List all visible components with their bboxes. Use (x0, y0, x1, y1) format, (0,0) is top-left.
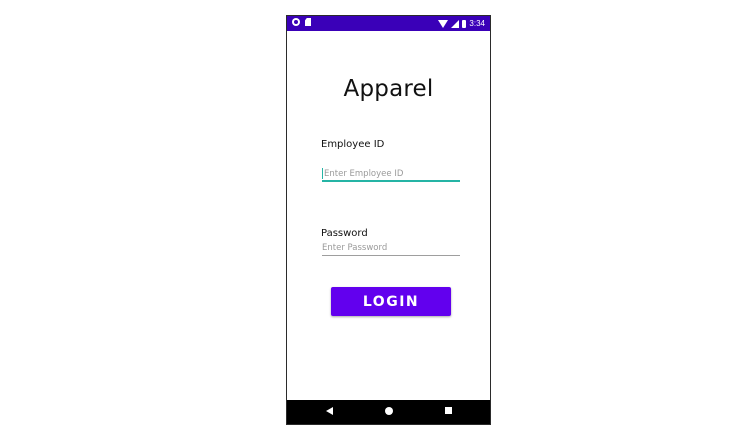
status-right-icons: 3:34 (438, 18, 485, 29)
password-underline (322, 255, 460, 256)
sd-card-icon (305, 18, 311, 26)
employee-id-underline (322, 180, 460, 182)
password-input[interactable] (322, 241, 460, 255)
settings-icon (292, 18, 300, 26)
recents-icon[interactable] (443, 406, 455, 418)
home-icon[interactable] (383, 406, 395, 418)
back-icon[interactable] (324, 406, 336, 418)
status-left-icons (292, 18, 311, 26)
wifi-icon (438, 19, 449, 28)
status-time: 3:34 (469, 19, 485, 28)
app-title: Apparel (343, 76, 434, 102)
phone-screen: 3:34 Apparel Employee ID Password LOGIN (286, 15, 491, 425)
text-cursor (322, 168, 323, 179)
login-button[interactable]: LOGIN (331, 287, 451, 316)
screenshot-canvas: 3:34 Apparel Employee ID Password LOGIN (0, 0, 738, 433)
password-label: Password (321, 228, 368, 239)
employee-id-label: Employee ID (321, 139, 385, 150)
status-bar: 3:34 (287, 16, 490, 31)
signal-icon (451, 19, 460, 28)
battery-icon (462, 19, 467, 28)
employee-id-input[interactable] (322, 167, 460, 181)
navigation-bar (287, 400, 490, 424)
